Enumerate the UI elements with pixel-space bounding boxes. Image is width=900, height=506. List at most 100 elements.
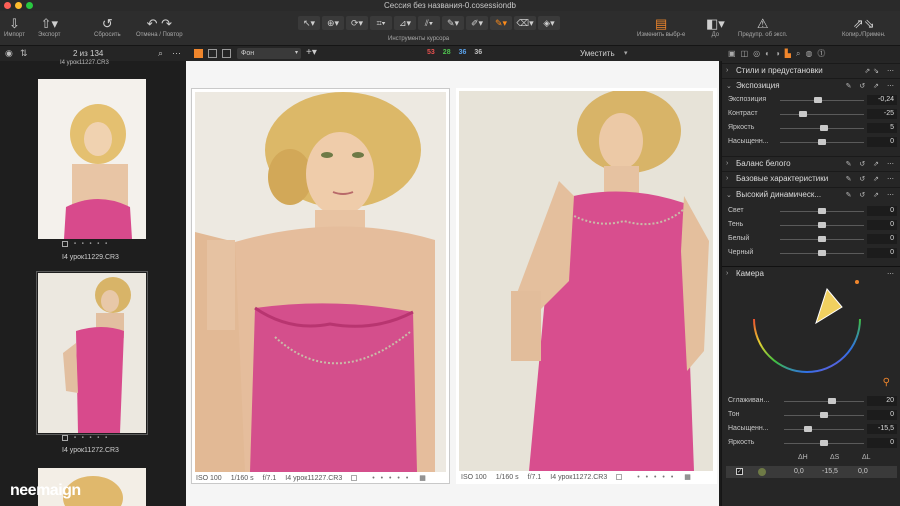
section-tools[interactable]: ✎ ↺ ⇗ ⋯ bbox=[846, 160, 897, 168]
slider-value-field[interactable]: 20 bbox=[867, 396, 897, 406]
eraser-tool-icon[interactable]: ⌫▾ bbox=[514, 16, 536, 30]
row-checkbox[interactable]: ✓ bbox=[736, 468, 743, 475]
metadata-tab-icon[interactable]: ◍ bbox=[805, 49, 812, 58]
list-view-icon[interactable] bbox=[208, 49, 217, 58]
slider-value-field[interactable]: -0,24 bbox=[867, 95, 897, 105]
mask-brush-tool-icon[interactable]: ✎▾ bbox=[490, 16, 512, 30]
slider-handle[interactable] bbox=[819, 125, 828, 131]
slider-handle[interactable] bbox=[820, 412, 828, 418]
thumbnail-2-label: I4 урок11272.CR3 bbox=[62, 447, 119, 454]
slider-handle[interactable] bbox=[820, 440, 828, 446]
slider-value-field[interactable]: 0 bbox=[867, 248, 897, 258]
slider-value-field[interactable]: 0 bbox=[867, 220, 897, 230]
slider-handle[interactable] bbox=[818, 208, 826, 214]
exposure-warning-button[interactable]: ⚠ Предупр. об эксп. bbox=[738, 15, 787, 38]
slider-label: Сглаживан... bbox=[728, 397, 770, 404]
section-tools[interactable]: ⇗⇘ ⋯ bbox=[864, 67, 897, 75]
color-wheel[interactable] bbox=[744, 279, 870, 383]
capture-tab-icon[interactable]: ◫ bbox=[741, 49, 749, 58]
slider-value-field[interactable]: 0 bbox=[867, 234, 897, 244]
adjust-tab-icon[interactable]: ⌕ bbox=[796, 49, 800, 59]
slider-value-field[interactable]: -25 bbox=[867, 109, 897, 119]
background-select[interactable]: Фон ▾ bbox=[237, 48, 301, 59]
slider-track[interactable] bbox=[780, 114, 864, 115]
details-tab-icon[interactable]: ▙ bbox=[785, 49, 791, 58]
more-icon[interactable]: ⋯ bbox=[172, 48, 181, 59]
section-tools[interactable]: ✎ ↺ ⇗ ⋯ bbox=[846, 191, 897, 199]
sort-icon[interactable]: ⇅ bbox=[20, 48, 28, 59]
change-selection-button[interactable]: ▤ Изменить выбр-е bbox=[637, 15, 685, 38]
slider-value-field[interactable]: 0 bbox=[867, 206, 897, 216]
lens-tab-icon[interactable]: ◎ bbox=[753, 49, 760, 58]
styles-section-header[interactable]: › Стили и предустановки ⇗⇘ ⋯ bbox=[722, 63, 900, 77]
slider-handle[interactable] bbox=[818, 250, 826, 256]
basic-section-header[interactable]: › Базовые характеристики ✎ ↺ ⇗ ⋯ bbox=[722, 171, 900, 185]
reset-button[interactable]: ↺ Сбросить bbox=[94, 15, 121, 38]
hdr-section-header[interactable]: ⌄ Высокий динамическ... ✎ ↺ ⇗ ⋯ bbox=[722, 187, 900, 201]
slider-value-field[interactable]: -15,5 bbox=[867, 424, 897, 434]
slider-label: Черный bbox=[728, 249, 754, 256]
slider-handle[interactable] bbox=[813, 97, 822, 103]
slider-value-field[interactable]: 0 bbox=[867, 137, 897, 147]
copy-apply-button[interactable]: ⇗⇘ Копир./Примен. bbox=[842, 15, 886, 38]
search-icon[interactable]: ⌕ bbox=[158, 48, 163, 59]
output-tab-icon[interactable]: ⓵ bbox=[817, 48, 825, 59]
exposure-tab-icon[interactable]: ◑ bbox=[775, 49, 780, 58]
eyedropper-icon[interactable]: ⚲ bbox=[883, 377, 890, 388]
select-checkbox[interactable] bbox=[62, 435, 68, 441]
slider-handle[interactable] bbox=[818, 222, 826, 228]
heal-tool-icon[interactable]: ◈▾ bbox=[538, 16, 560, 30]
photo-frame-2[interactable]: ISO 100 1/160 s f/7.1 I4 урок11272.CR3 •… bbox=[456, 88, 717, 484]
slider-handle[interactable] bbox=[818, 236, 826, 242]
import-button[interactable]: ⇩ Импорт bbox=[4, 15, 25, 38]
thumbnail-2[interactable] bbox=[36, 271, 148, 435]
slider-value-field[interactable]: 0 bbox=[867, 410, 897, 420]
brush-tool-icon[interactable]: ✐▾ bbox=[466, 16, 488, 30]
rotate-tool-icon[interactable]: ⟳▾ bbox=[346, 16, 368, 30]
photo-frame-1[interactable]: ISO 100 1/160 s f/7.1 I4 урок11227.CR3 •… bbox=[191, 88, 450, 484]
export-button[interactable]: ⇧▾ Экспорт bbox=[38, 15, 61, 38]
pan-tool-icon[interactable]: ↖▾ bbox=[298, 16, 320, 30]
add-icon[interactable]: +▾ bbox=[306, 47, 317, 58]
slider-row: Тон 0 bbox=[722, 409, 900, 421]
slider-value-field[interactable]: 0 bbox=[867, 438, 897, 448]
slider-handle[interactable] bbox=[804, 426, 812, 432]
single-view-icon[interactable] bbox=[222, 49, 231, 58]
crop-tool-icon[interactable]: ⌗▾ bbox=[370, 16, 392, 30]
keystone-tool-icon[interactable]: ⊿▾ bbox=[394, 16, 416, 30]
straighten-tool-icon[interactable]: ⫽▾ bbox=[418, 16, 440, 30]
section-tools[interactable]: ⋯ bbox=[887, 270, 897, 278]
slider-track[interactable] bbox=[784, 401, 864, 402]
slider-handle[interactable] bbox=[828, 398, 836, 404]
grid-view-icon[interactable] bbox=[194, 49, 203, 58]
slider-handle[interactable] bbox=[798, 111, 807, 117]
zoom-window-button[interactable] bbox=[26, 2, 33, 9]
rating-stars[interactable]: • • • • • bbox=[637, 474, 675, 481]
exposure-section-header[interactable]: ⌄ Экспозиция ✎ ↺ ⇗ ⋯ bbox=[722, 78, 900, 92]
white-balance-section-header[interactable]: › Баланс белого ✎ ↺ ⇗ ⋯ bbox=[722, 156, 900, 170]
picker-tool-icon[interactable]: ✎▾ bbox=[442, 16, 464, 30]
camera-section-header[interactable]: › Камера ⋯ bbox=[722, 266, 900, 280]
slider-track[interactable] bbox=[780, 100, 864, 101]
fit-zoom-select[interactable]: Уместить bbox=[580, 49, 615, 58]
filmstrip: I4 урок11227.CR3 • • • • • I4 урок11229.… bbox=[0, 60, 186, 506]
library-tab-icon[interactable]: ▣ bbox=[728, 49, 736, 58]
select-checkbox[interactable] bbox=[62, 241, 68, 247]
undo-redo-button[interactable]: ↶ ↷ Отмена / Повтор bbox=[136, 15, 183, 38]
select-checkbox[interactable] bbox=[351, 475, 358, 481]
slider-handle[interactable] bbox=[818, 139, 826, 145]
section-tools[interactable]: ✎ ↺ ⇗ ⋯ bbox=[846, 175, 897, 183]
color-table-row[interactable]: ✓ 0,0 -15,5 0,0 bbox=[726, 466, 897, 478]
section-tools[interactable]: ✎ ↺ ⇗ ⋯ bbox=[846, 82, 897, 90]
slider-track[interactable] bbox=[784, 429, 864, 430]
rating-stars[interactable]: • • • • • bbox=[372, 475, 410, 482]
before-button[interactable]: ◧▾ До bbox=[706, 15, 725, 38]
select-checkbox[interactable] bbox=[616, 474, 623, 480]
slider-value-field[interactable]: 5 bbox=[867, 123, 897, 133]
thumbnail-1[interactable] bbox=[38, 79, 146, 239]
color-tab-icon[interactable]: ◐ bbox=[765, 49, 770, 58]
eye-icon[interactable]: ◉ bbox=[5, 48, 13, 59]
zoom-tool-icon[interactable]: ⊕▾ bbox=[322, 16, 344, 30]
close-window-button[interactable] bbox=[4, 2, 11, 9]
minimize-window-button[interactable] bbox=[15, 2, 22, 9]
